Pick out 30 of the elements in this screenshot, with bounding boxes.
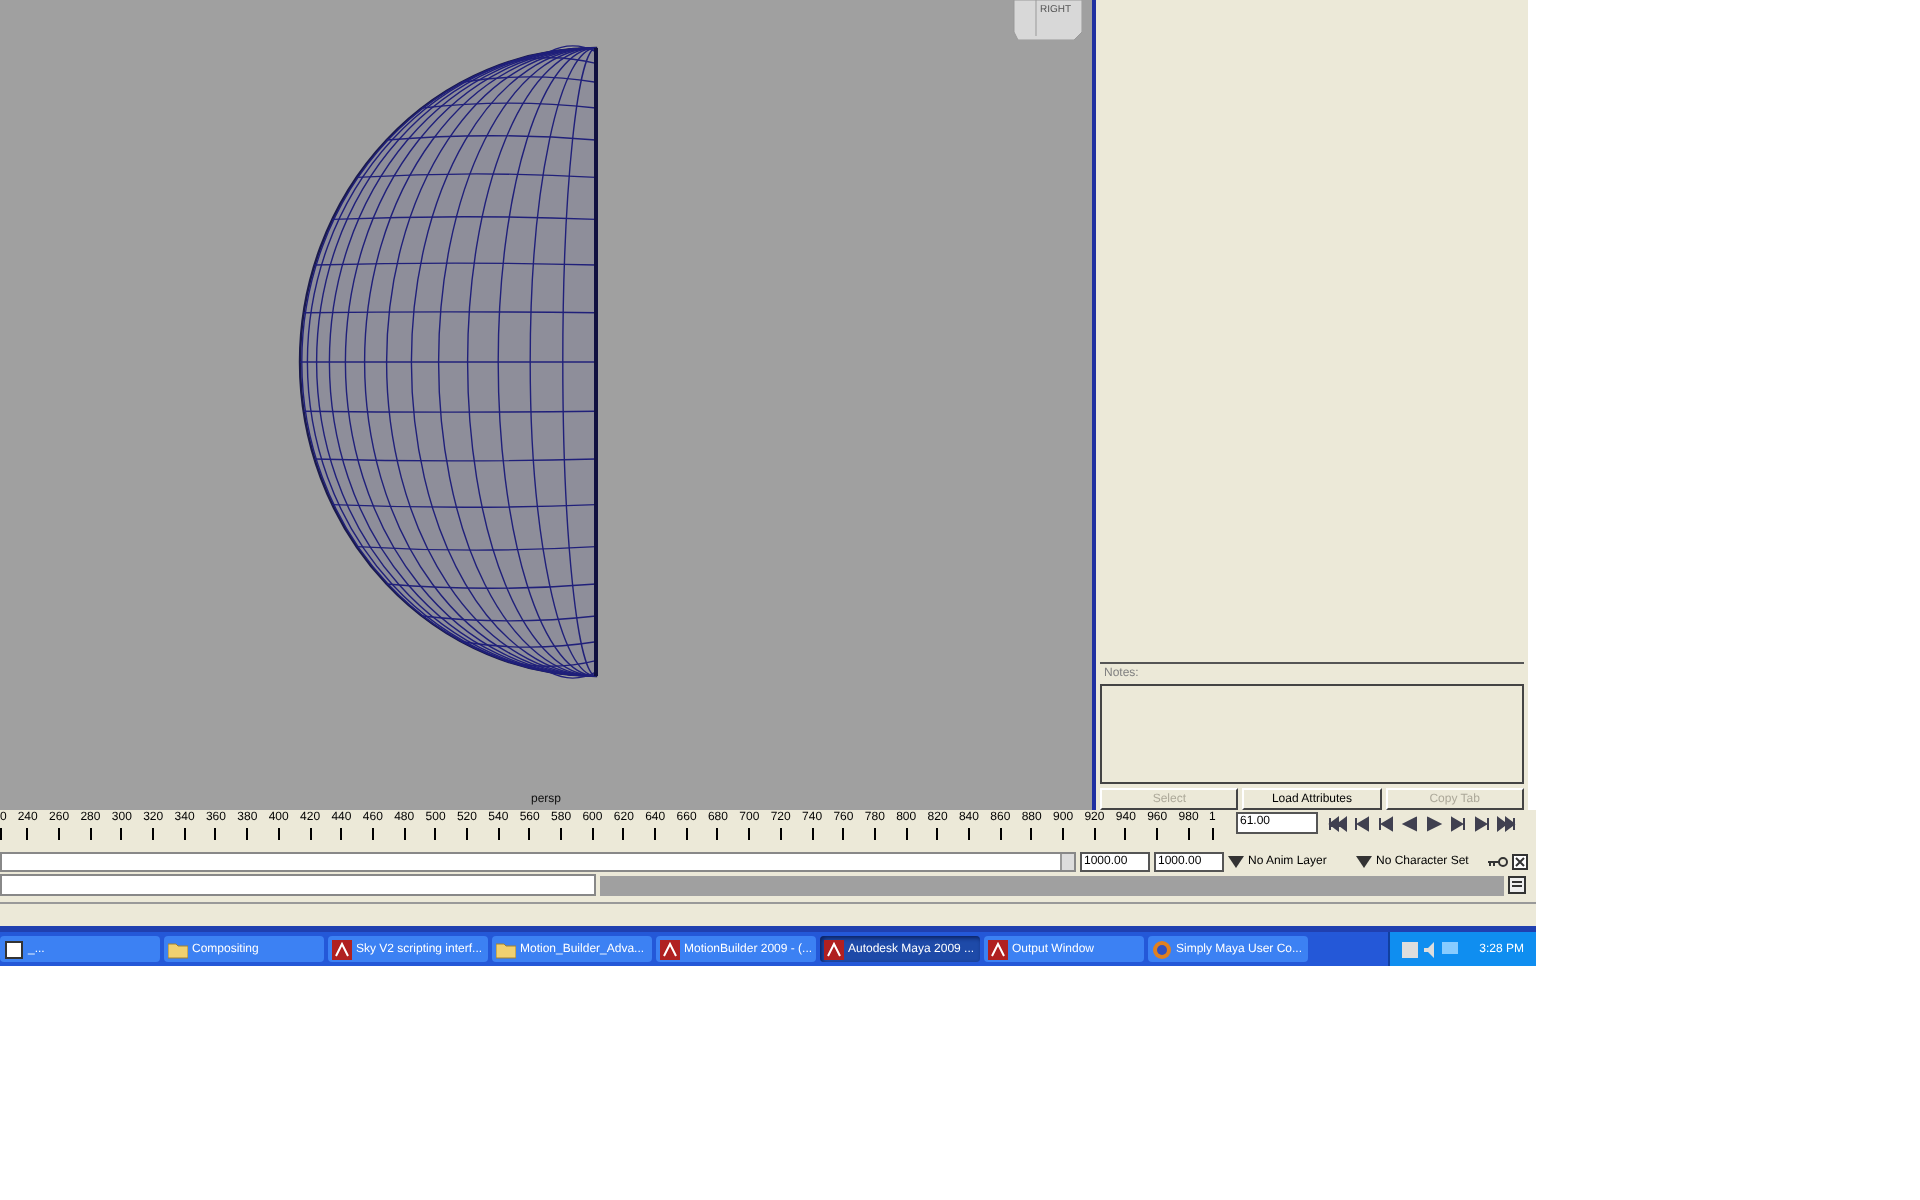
play-forward-icon bbox=[1424, 813, 1444, 834]
go-to-start-icon bbox=[1328, 813, 1348, 834]
play-backward-icon bbox=[1400, 813, 1420, 834]
script-editor-icon[interactable] bbox=[1508, 876, 1526, 894]
dropdown-arrow-icon[interactable] bbox=[1228, 855, 1244, 868]
dropdown-arrow-icon[interactable] bbox=[1356, 855, 1372, 868]
browser-icon bbox=[1152, 939, 1172, 959]
app-icon bbox=[988, 939, 1008, 959]
app-icon bbox=[332, 939, 352, 959]
playback-button[interactable] bbox=[1422, 812, 1446, 835]
window-icon bbox=[4, 939, 24, 959]
playback-button[interactable] bbox=[1350, 812, 1374, 835]
folder-icon bbox=[168, 939, 188, 959]
folder-icon bbox=[496, 939, 516, 959]
step-forward-key-icon bbox=[1472, 813, 1492, 834]
key-icon[interactable] bbox=[1488, 855, 1508, 868]
playback-button[interactable] bbox=[1494, 812, 1518, 835]
playback-button[interactable] bbox=[1398, 812, 1422, 835]
range-slider-handle[interactable] bbox=[1060, 853, 1074, 870]
step-forward-frame-icon bbox=[1448, 813, 1468, 834]
step-back-key-icon bbox=[1352, 813, 1372, 834]
step-back-frame-icon bbox=[1376, 813, 1396, 834]
notes-field[interactable] bbox=[1100, 684, 1524, 785]
speaker-icon[interactable] bbox=[1423, 941, 1436, 957]
command-line-field[interactable] bbox=[0, 874, 596, 896]
playback-button[interactable] bbox=[1326, 812, 1350, 835]
app-icon bbox=[824, 939, 844, 959]
go-to-end-icon bbox=[1496, 813, 1516, 834]
app-icon bbox=[660, 939, 680, 959]
playback-button[interactable] bbox=[1470, 812, 1494, 835]
